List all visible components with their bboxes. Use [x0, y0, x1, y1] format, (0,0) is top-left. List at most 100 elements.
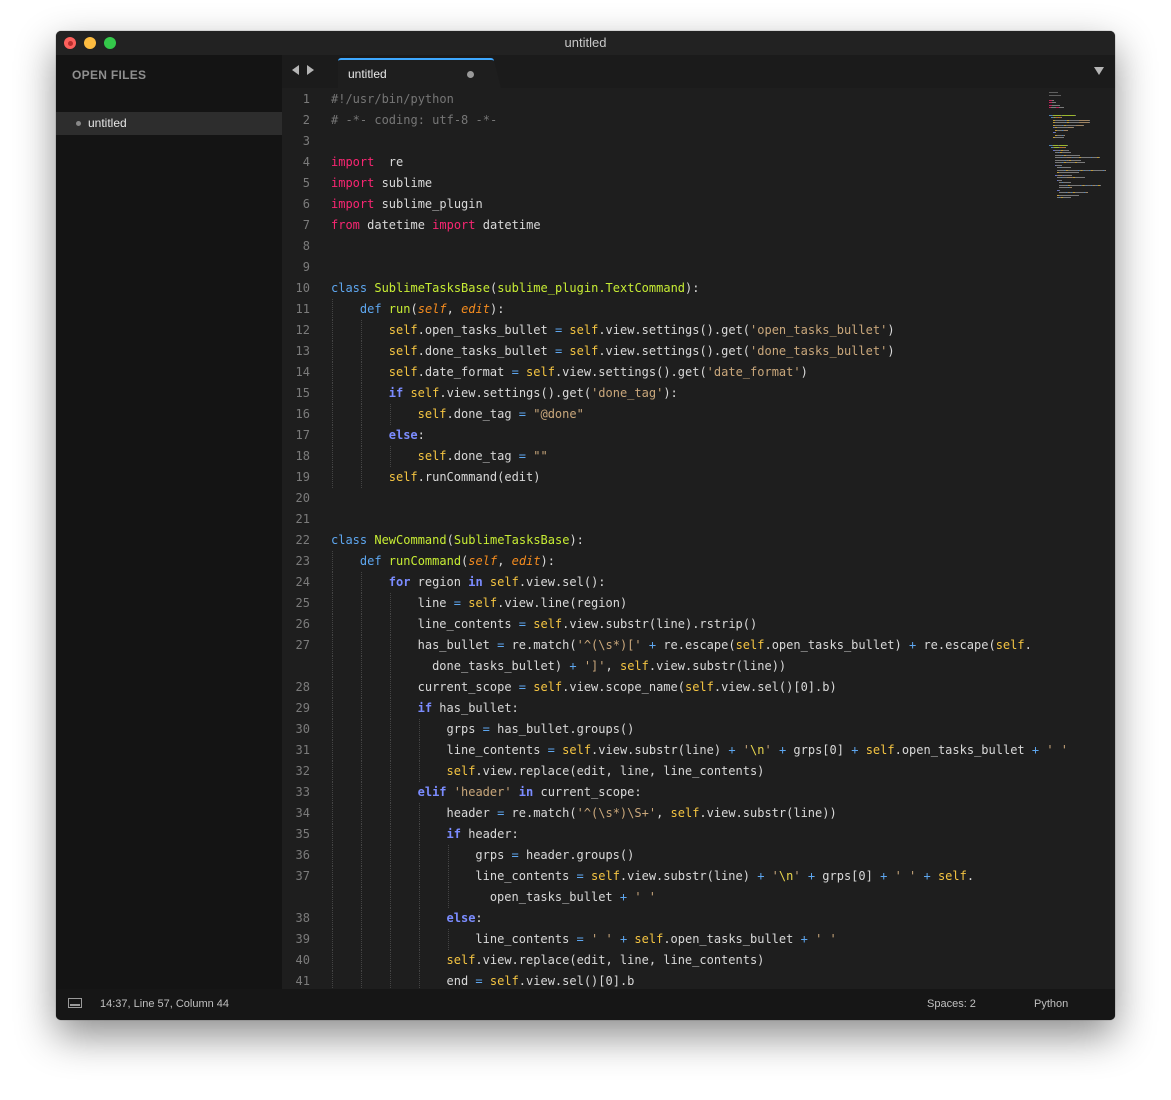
code-line[interactable]: grps = has_bullet.groups() [447, 719, 635, 740]
code-line[interactable]: self.done_tasks_bullet = self.view.setti… [389, 341, 895, 362]
code-token: self [468, 554, 497, 568]
sidebar-file-untitled[interactable]: untitled [56, 112, 282, 135]
code-line[interactable]: line_contents = self.view.substr(line) +… [447, 740, 1069, 761]
code-token: self [866, 743, 895, 757]
code-token: ): [490, 302, 504, 316]
indent-guide [332, 404, 333, 425]
indent-guide [390, 656, 391, 677]
line-number: 35 [282, 824, 310, 845]
code-line[interactable]: def runCommand(self, edit): [360, 551, 555, 572]
code-line[interactable]: self.done_tag = "@done" [418, 404, 584, 425]
code-line[interactable]: for region in self.view.sel(): [389, 572, 606, 593]
code-line[interactable]: elif 'header' in current_scope: [418, 782, 642, 803]
code-line[interactable]: self.open_tasks_bullet = self.view.setti… [389, 320, 895, 341]
code-line[interactable]: import sublime [331, 173, 432, 194]
code-line[interactable]: line_contents = self.view.substr(line).r… [418, 614, 758, 635]
code-line[interactable]: class SublimeTasksBase(sublime_plugin.Te… [331, 278, 699, 299]
syntax-selector[interactable]: Python [1034, 998, 1068, 1010]
code-line[interactable]: import sublime_plugin [331, 194, 483, 215]
indent-guide [332, 761, 333, 782]
line-number: 11 [282, 299, 310, 320]
tab-untitled[interactable]: untitled [338, 58, 494, 88]
code-token: = [519, 449, 526, 463]
code-line[interactable]: open_tasks_bullet + ' ' [490, 887, 656, 908]
code-line[interactable]: end = self.view.sel()[0].b [447, 971, 635, 989]
indent-guide [361, 971, 362, 989]
minimap-stroke [1067, 145, 1068, 146]
line-number: 41 [282, 971, 310, 989]
code-token: .open_tasks_bullet [663, 932, 800, 946]
minimap-stroke [1093, 170, 1103, 171]
code-token: 'done_tasks_bullet' [750, 344, 887, 358]
code-line[interactable]: if header: [447, 824, 519, 845]
code-token: from [331, 218, 360, 232]
tab-prev-icon[interactable] [292, 65, 299, 75]
code-line[interactable]: line = self.view.line(region) [418, 593, 628, 614]
code-line[interactable]: self.runCommand(edit) [389, 467, 541, 488]
panel-toggle-icon[interactable] [68, 998, 82, 1008]
code-token [931, 869, 938, 883]
line-number: 29 [282, 698, 310, 719]
code-token: ( [447, 533, 454, 547]
code-token: = [519, 617, 526, 631]
indent-guide [332, 845, 333, 866]
code-line[interactable]: grps = header.groups() [475, 845, 634, 866]
code-token [483, 974, 490, 988]
code-line[interactable]: current_scope = self.view.scope_name(sel… [418, 677, 837, 698]
code-line[interactable]: if has_bullet: [418, 698, 519, 719]
indent-guide [390, 908, 391, 929]
tab-next-icon[interactable] [307, 65, 314, 75]
tab-dirty-dot-icon[interactable] [467, 71, 474, 78]
indent-guide [332, 446, 333, 467]
code-line[interactable]: line_contents = ' ' + self.open_tasks_bu… [475, 929, 836, 950]
minimap[interactable] [1047, 88, 1115, 228]
code-token: class [331, 281, 367, 295]
code-token: line_contents [447, 743, 548, 757]
line-number: 31 [282, 740, 310, 761]
code-token [642, 638, 649, 652]
code-line[interactable]: #!/usr/bin/python [331, 89, 454, 110]
line-number: 33 [282, 782, 310, 803]
code-token: .view.settings().get( [439, 386, 591, 400]
indent-guide [390, 803, 391, 824]
code-token: self [490, 974, 519, 988]
code-line[interactable]: self.view.replace(edit, line, line_conte… [447, 950, 765, 971]
indentation-setting[interactable]: Spaces: 2 [927, 998, 976, 1010]
indent-guide [332, 950, 333, 971]
code-line[interactable]: import re [331, 152, 403, 173]
code-token [483, 575, 490, 589]
tab-overflow-dropdown-icon[interactable] [1094, 67, 1104, 75]
indent-guide [419, 908, 420, 929]
code-line[interactable]: header = re.match('^(\s*)\S+', self.view… [447, 803, 837, 824]
code-token: = [454, 596, 461, 610]
code-editor[interactable]: 1234567891011121314151617181920212223242… [282, 88, 1115, 989]
code-line[interactable]: line_contents = self.view.substr(line) +… [475, 866, 974, 887]
code-line[interactable]: class NewCommand(SublimeTasksBase): [331, 530, 584, 551]
code-line[interactable]: from datetime import datetime [331, 215, 541, 236]
minimap-stroke [1070, 187, 1072, 188]
code-token: self [569, 323, 598, 337]
code-line[interactable]: has_bullet = re.match('^(\s*)[' + re.esc… [418, 635, 1032, 656]
indent-guide [390, 950, 391, 971]
code-token: ' [793, 869, 800, 883]
code-token [808, 932, 815, 946]
code-line[interactable]: else: [447, 908, 483, 929]
code-line[interactable]: def run(self, edit): [360, 299, 505, 320]
minimap-stroke [1058, 180, 1062, 181]
code-line[interactable]: else: [389, 425, 425, 446]
code-line[interactable]: done_tasks_bullet) + ']', self.view.subs… [432, 656, 786, 677]
code-line[interactable]: self.view.replace(edit, line, line_conte… [447, 761, 765, 782]
line-number: 39 [282, 929, 310, 950]
indent-guide [390, 446, 391, 467]
code-token: ): [685, 281, 699, 295]
code-token: run [389, 302, 411, 316]
indent-guide [332, 320, 333, 341]
code-token: self [418, 449, 447, 463]
code-line[interactable]: self.date_format = self.view.settings().… [389, 362, 808, 383]
code-line[interactable]: self.done_tag = "" [418, 446, 548, 467]
code-token: self [591, 869, 620, 883]
minimap-stroke [1052, 105, 1060, 106]
code-line[interactable]: # -*- coding: utf-8 -*- [331, 110, 497, 131]
code-line[interactable]: if self.view.settings().get('done_tag'): [389, 383, 678, 404]
indent-guide [361, 761, 362, 782]
